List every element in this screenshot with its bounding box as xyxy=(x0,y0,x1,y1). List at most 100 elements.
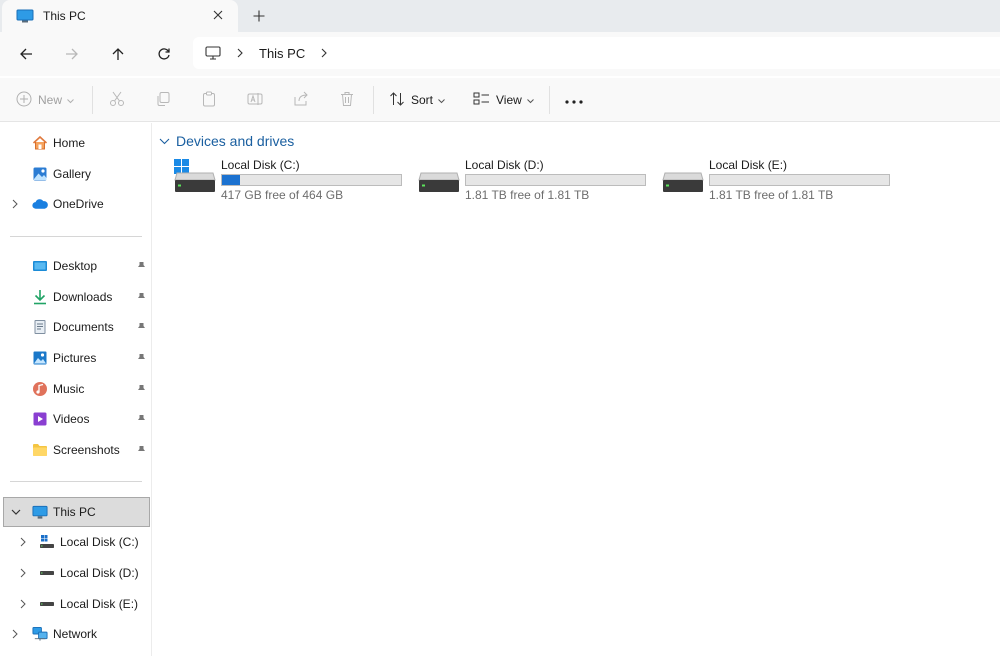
navigation-bar: This PC xyxy=(0,32,1000,76)
sort-button[interactable]: Sort xyxy=(389,90,445,110)
sidebar-item-videos[interactable]: Videos xyxy=(0,405,150,433)
group-header-devices-and-drives[interactable]: Devices and drives xyxy=(158,131,294,151)
drive-free-space: 417 GB free of 464 GB xyxy=(221,188,344,202)
drive-icon xyxy=(662,172,704,192)
sidebar-item-local-disk-e[interactable]: Local Disk (E:) xyxy=(0,590,150,618)
divider xyxy=(10,236,142,237)
rename-icon xyxy=(247,91,263,110)
pin-icon xyxy=(136,414,146,424)
sidebar-item-label: Pictures xyxy=(53,351,97,365)
chevron-right-icon[interactable] xyxy=(10,629,20,639)
sidebar-item-gallery[interactable]: Gallery xyxy=(0,160,150,188)
scissors-icon xyxy=(109,91,125,110)
drive-icon xyxy=(418,172,460,192)
chevron-down-icon xyxy=(526,93,534,107)
onedrive-icon xyxy=(32,196,48,212)
group-title: Devices and drives xyxy=(176,133,295,149)
drive-usage-bar xyxy=(465,174,646,186)
drive-name: Local Disk (D:) xyxy=(465,158,544,172)
drive-free-space: 1.81 TB free of 1.81 TB xyxy=(709,188,834,202)
chevron-down-icon[interactable] xyxy=(11,507,21,517)
new-button[interactable]: New xyxy=(16,90,74,110)
sidebar-item-label: Downloads xyxy=(53,290,113,304)
chevron-right-icon[interactable] xyxy=(235,48,245,58)
breadcrumb-this-pc[interactable]: This PC xyxy=(259,46,305,61)
chevron-right-icon[interactable] xyxy=(10,199,20,209)
documents-folder-icon xyxy=(32,319,48,335)
network-icon xyxy=(32,626,48,642)
sidebar-item-label: Desktop xyxy=(53,259,98,273)
sidebar-item-label: Documents xyxy=(53,320,114,334)
new-tab-button[interactable] xyxy=(250,7,268,25)
sidebar-item-label: Videos xyxy=(53,412,90,426)
view-icon xyxy=(473,91,490,110)
pin-icon xyxy=(136,384,146,394)
drive-icon xyxy=(39,565,55,581)
copy-button[interactable] xyxy=(155,90,171,110)
pin-icon xyxy=(136,445,146,455)
chevron-right-icon[interactable] xyxy=(18,537,28,547)
tab-strip: This PC xyxy=(0,0,1000,32)
view-button[interactable]: View xyxy=(473,90,534,110)
sort-icon xyxy=(389,91,405,110)
desktop-folder-icon xyxy=(32,258,48,274)
sidebar-item-label: Network xyxy=(53,627,98,641)
close-tab-icon[interactable] xyxy=(210,7,226,23)
sort-label: Sort xyxy=(411,93,434,107)
computer-icon xyxy=(16,9,34,23)
sidebar-item-downloads[interactable]: Downloads xyxy=(0,283,150,311)
home-icon xyxy=(32,135,48,151)
clipboard-icon xyxy=(201,91,217,110)
sidebar-item-label: This PC xyxy=(53,505,96,519)
command-bar: New Sort View xyxy=(0,78,1000,122)
tab-title: This PC xyxy=(43,9,86,23)
back-button[interactable] xyxy=(15,43,37,65)
sidebar-item-documents[interactable]: Documents xyxy=(0,313,150,341)
music-folder-icon xyxy=(32,381,48,397)
sidebar-item-this-pc[interactable]: This PC xyxy=(3,497,150,527)
drive-tile-local-disk-c[interactable]: Local Disk (C:) 417 GB free of 464 GB xyxy=(171,156,411,204)
more-options-button[interactable] xyxy=(565,90,583,110)
sidebar-item-label: OneDrive xyxy=(53,197,104,211)
pin-icon xyxy=(136,322,146,332)
chevron-down-icon xyxy=(438,93,445,107)
sidebar-item-home[interactable]: Home xyxy=(0,129,150,157)
chevron-right-icon[interactable] xyxy=(319,48,329,58)
chevron-right-icon[interactable] xyxy=(18,568,28,578)
sidebar-item-network[interactable]: Network xyxy=(0,620,150,648)
sidebar-item-label: Screenshots xyxy=(53,443,120,457)
up-button[interactable] xyxy=(107,43,129,65)
address-bar[interactable]: This PC xyxy=(193,37,1000,69)
copy-icon xyxy=(155,91,171,110)
paste-button[interactable] xyxy=(201,90,217,110)
share-button[interactable] xyxy=(293,90,309,110)
drive-name: Local Disk (C:) xyxy=(221,158,300,172)
refresh-button[interactable] xyxy=(153,43,175,65)
sidebar-item-desktop[interactable]: Desktop xyxy=(0,252,150,280)
forward-button[interactable] xyxy=(61,43,83,65)
sidebar-item-music[interactable]: Music xyxy=(0,375,150,403)
chevron-right-icon[interactable] xyxy=(18,599,28,609)
system-drive-icon xyxy=(39,534,55,550)
drive-tile-local-disk-e[interactable]: Local Disk (E:) 1.81 TB free of 1.81 TB xyxy=(659,156,899,204)
drive-tile-local-disk-d[interactable]: Local Disk (D:) 1.81 TB free of 1.81 TB xyxy=(415,156,655,204)
pin-icon xyxy=(136,292,146,302)
rename-button[interactable] xyxy=(247,90,263,110)
pin-icon xyxy=(136,261,146,271)
sidebar-item-local-disk-c[interactable]: Local Disk (C:) xyxy=(0,528,150,556)
chevron-down-icon[interactable] xyxy=(158,135,170,147)
sidebar-item-label: Local Disk (C:) xyxy=(60,535,139,549)
pin-icon xyxy=(136,353,146,363)
sidebar-item-pictures[interactable]: Pictures xyxy=(0,344,150,372)
separator xyxy=(373,86,374,114)
sidebar-item-screenshots[interactable]: Screenshots xyxy=(0,436,150,464)
sidebar-item-local-disk-d[interactable]: Local Disk (D:) xyxy=(0,559,150,587)
cut-button[interactable] xyxy=(109,90,125,110)
sidebar-item-label: Home xyxy=(53,136,86,150)
sidebar-item-label: Gallery xyxy=(53,167,92,181)
new-label: New xyxy=(38,93,63,107)
plus-circle-icon xyxy=(16,91,32,110)
tab-this-pc[interactable]: This PC xyxy=(2,0,238,32)
delete-button[interactable] xyxy=(339,90,355,110)
sidebar-item-onedrive[interactable]: OneDrive xyxy=(0,190,150,218)
